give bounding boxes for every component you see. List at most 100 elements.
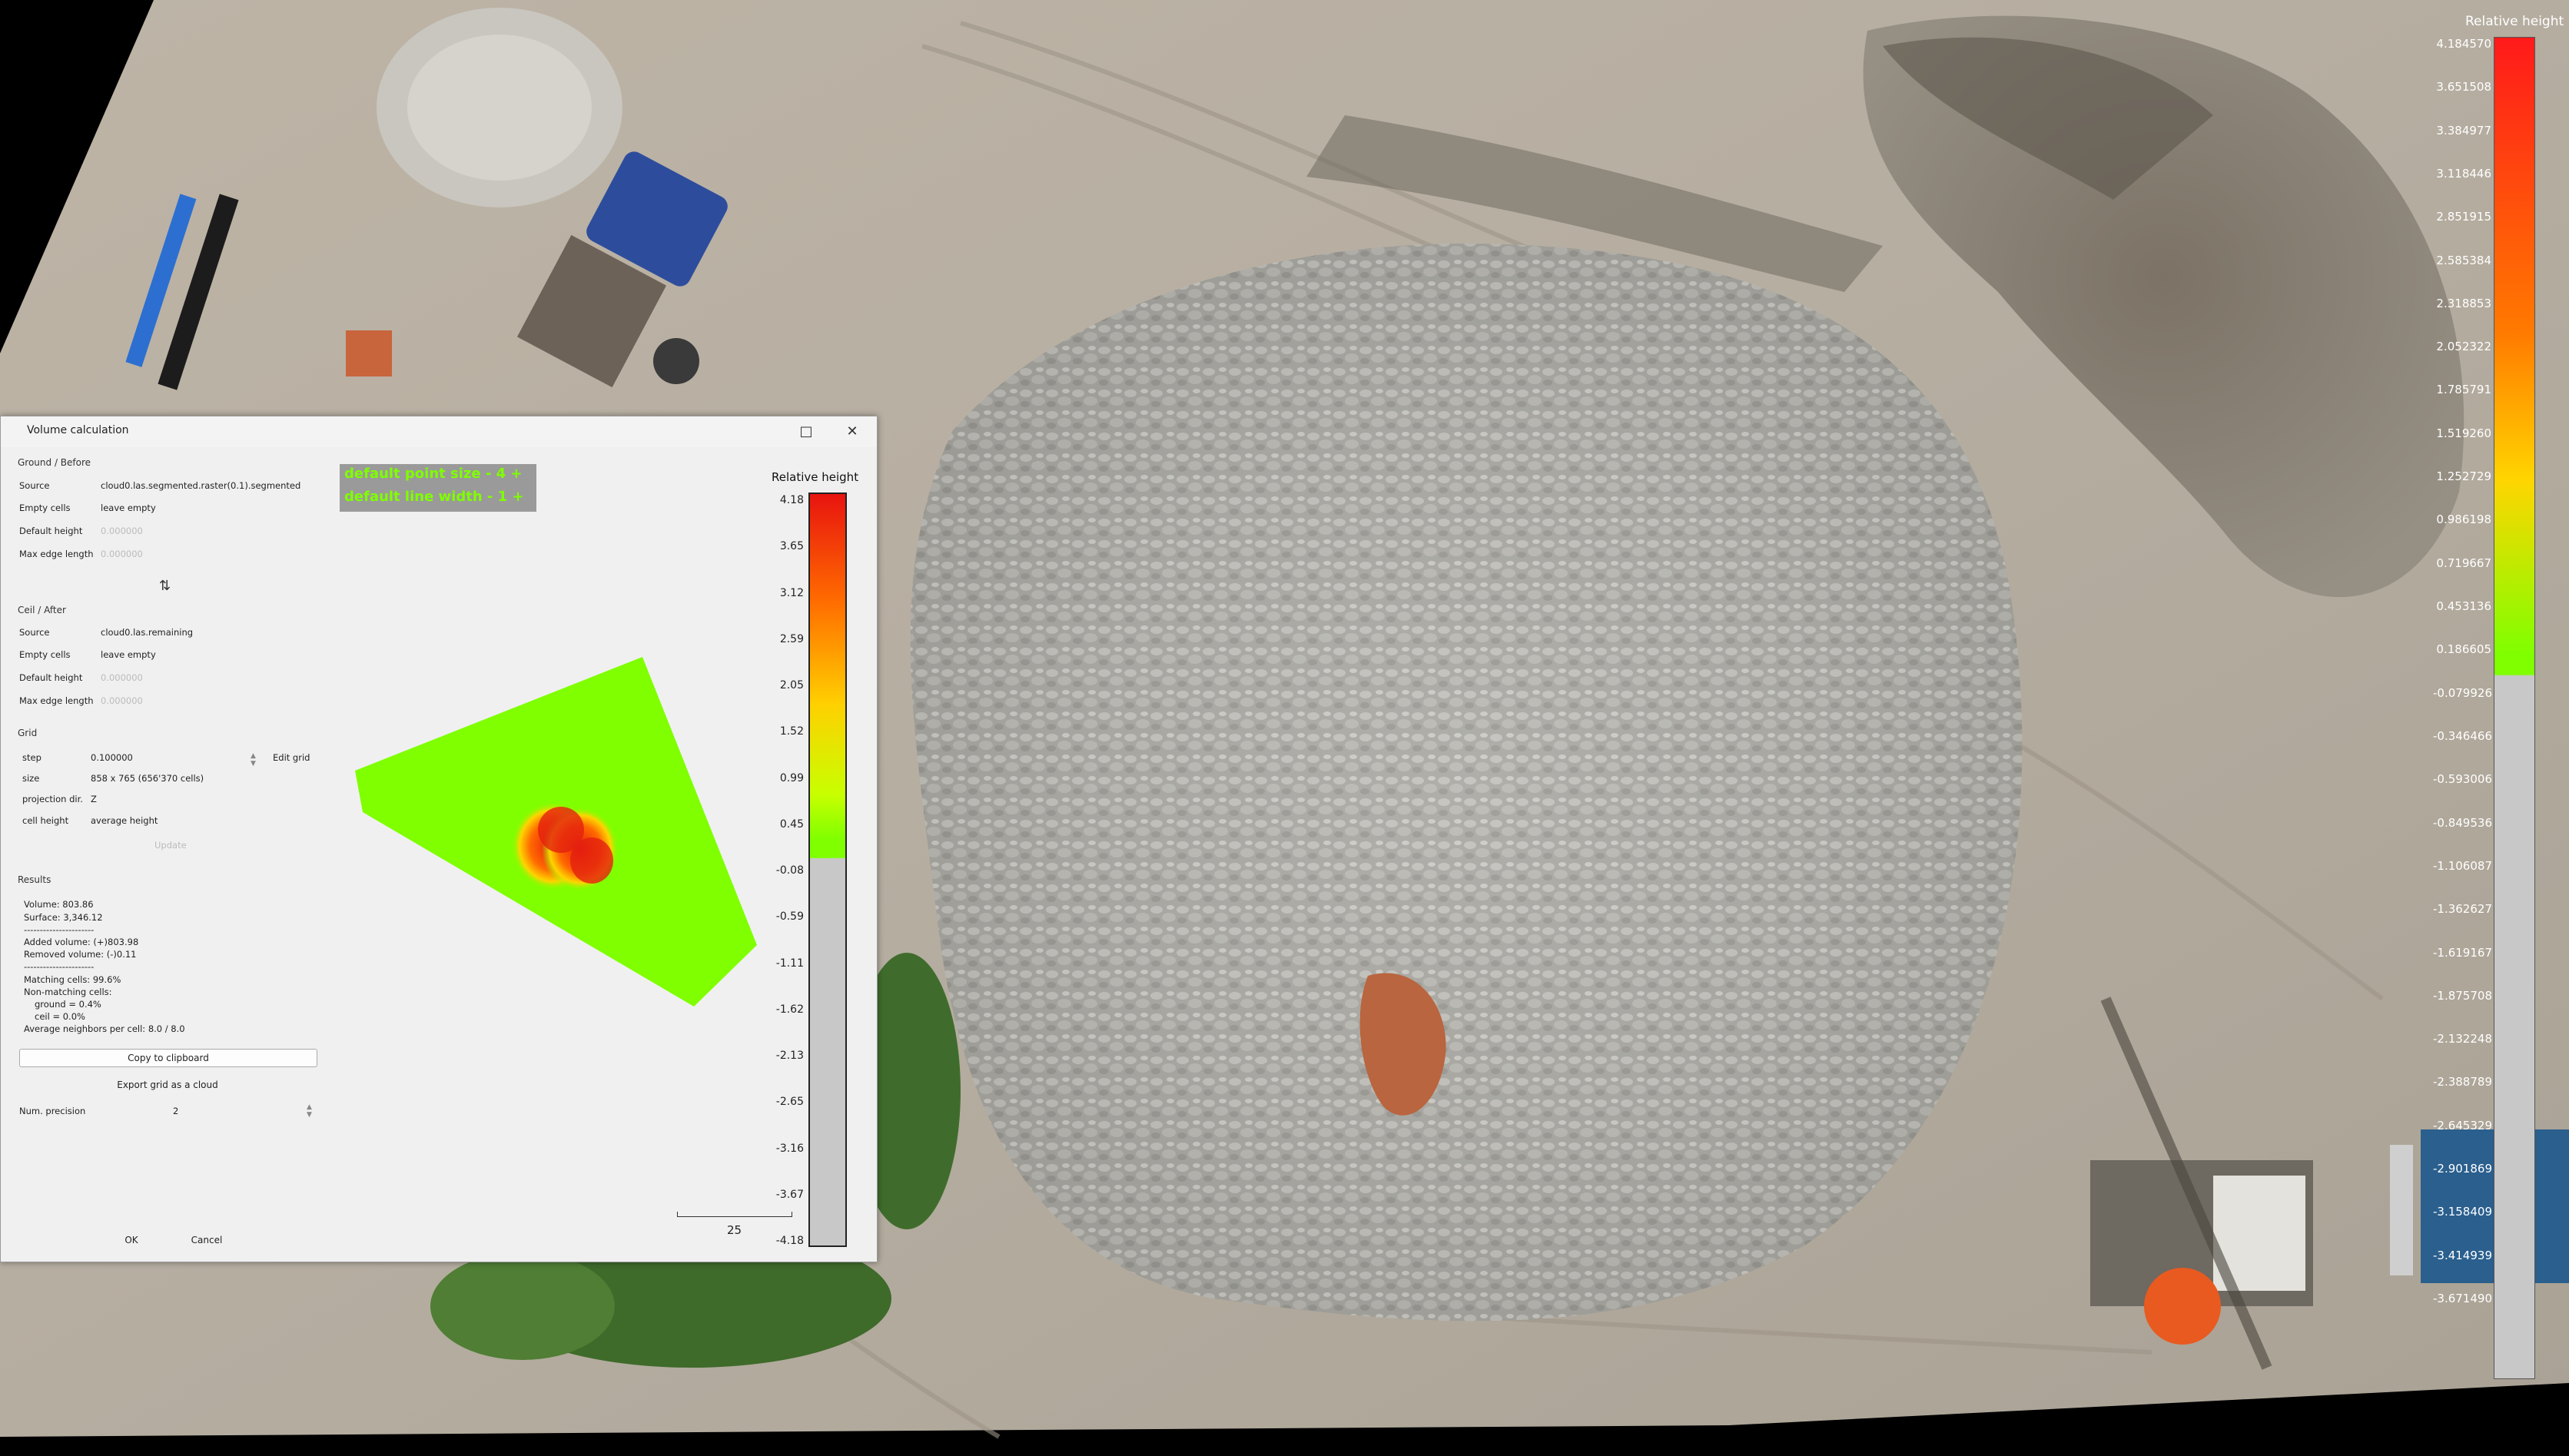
cancel-button[interactable]: Cancel — [184, 1235, 230, 1245]
cell-height-select[interactable]: average height — [91, 815, 158, 826]
ground-section-label: Ground / Before — [18, 457, 91, 468]
step-spin-arrows-icon[interactable]: ▲ ▼ — [251, 752, 256, 768]
result-ground-pct: ground = 0.4% — [35, 999, 101, 1010]
preview-scale-tick: -4.18 — [775, 1235, 804, 1247]
preview-scale-tick: 0.45 — [779, 818, 804, 831]
height-scale-tick: -1.619167 — [2433, 945, 2492, 960]
scale-bar-value: 25 — [727, 1223, 742, 1237]
height-scale-tick: 0.186605 — [2436, 642, 2491, 657]
ceil-height-field[interactable]: 0.000000 — [101, 672, 143, 683]
result-matching: Matching cells: 99.6% — [24, 974, 121, 985]
precision-spin-arrows-icon[interactable]: ▲ ▼ — [307, 1103, 312, 1119]
height-scale-tick: -0.346466 — [2433, 728, 2492, 743]
maximize-icon[interactable]: □ — [791, 421, 821, 443]
height-scale-tick: 0.719667 — [2436, 556, 2491, 570]
swap-icon[interactable]: ⇅ — [159, 578, 171, 594]
ok-button[interactable]: OK — [108, 1235, 154, 1245]
ground-empty-label: Empty cells — [19, 502, 71, 513]
preview-scale-title: Relative height — [772, 470, 859, 484]
update-button[interactable]: Update — [154, 840, 187, 851]
height-scale-tick: 3.118446 — [2436, 166, 2491, 181]
height-scale-tick: -2.388789 — [2433, 1075, 2492, 1090]
ceil-section-label: Ceil / After — [18, 605, 66, 615]
ceil-empty-label: Empty cells — [19, 649, 71, 660]
height-scale-tick: 2.851915 — [2436, 210, 2491, 224]
ground-source-select[interactable]: cloud0.las.segmented.raster(0.1).segment… — [101, 480, 300, 491]
ground-empty-select[interactable]: leave empty — [101, 502, 156, 513]
height-scale-tick: 1.519260 — [2436, 426, 2491, 440]
dialog-title: Volume calculation — [27, 424, 129, 436]
ground-source-label: Source — [19, 480, 50, 491]
preview-scale-tick: 2.59 — [779, 632, 804, 645]
height-scale-tick: -1.362627 — [2433, 902, 2492, 917]
height-scale-tick: -2.645329 — [2433, 1118, 2492, 1133]
ceil-edge-field[interactable]: 0.000000 — [101, 695, 143, 706]
result-volume: Volume: 803.86 — [24, 899, 94, 910]
height-scale-tick: -1.106087 — [2433, 858, 2492, 873]
height-scale-tick: 3.384977 — [2436, 123, 2491, 138]
result-added: Added volume: (+)803.98 — [24, 937, 139, 947]
ceil-edge-label: Max edge length — [19, 695, 94, 706]
height-scale-tick: 1.252729 — [2436, 469, 2491, 484]
projection-select[interactable]: Z — [91, 794, 97, 804]
preview-scale-tick: -2.65 — [775, 1096, 804, 1109]
height-scale-tick: -0.079926 — [2433, 685, 2492, 700]
ground-edge-field[interactable]: 0.000000 — [101, 549, 143, 559]
ceil-height-label: Default height — [19, 672, 83, 683]
cell-height-label: cell height — [22, 815, 69, 826]
height-scale-tick: -3.671490 — [2433, 1292, 2492, 1305]
preview-scale-tick: 1.52 — [779, 725, 804, 738]
height-scale-tick: -3.414939 — [2433, 1248, 2492, 1262]
height-scale-tick: 2.318853 — [2436, 296, 2491, 310]
preview-scale-tick: -0.59 — [775, 910, 804, 924]
scale-bar-end — [677, 1212, 678, 1217]
precision-label: Num. precision — [19, 1106, 86, 1116]
close-icon[interactable]: ✕ — [837, 421, 868, 443]
preview-scale-tick: -1.62 — [775, 1003, 804, 1016]
grid-size-label: size — [22, 773, 40, 784]
ceil-source-select[interactable]: cloud0.las.remaining — [101, 627, 193, 638]
preview-scale-tick: -3.67 — [775, 1188, 804, 1201]
height-scale-tick: 0.986198 — [2436, 512, 2491, 527]
volume-preview-canvas[interactable] — [338, 430, 768, 1030]
height-scale-tick: 2.052322 — [2436, 340, 2491, 354]
preview-scale-tick: 2.05 — [779, 679, 804, 692]
height-scale-tick: 2.585384 — [2436, 253, 2491, 267]
result-neighbors: Average neighbors per cell: 8.0 / 8.0 — [24, 1023, 185, 1034]
height-scale-tick: -0.593006 — [2433, 772, 2492, 787]
scale-bar-line — [677, 1216, 792, 1217]
grid-step-spinbox[interactable]: 0.100000 — [91, 752, 133, 763]
height-scale-title: Relative height — [2465, 14, 2564, 29]
height-scale-tick: -1.875708 — [2433, 988, 2492, 1003]
preview-scale-tick: 3.65 — [779, 540, 804, 553]
height-color-scale-bar — [2494, 37, 2535, 1379]
height-scale-tick: 4.184570 — [2436, 37, 2491, 51]
results-section-label: Results — [18, 874, 51, 885]
ceil-source-label: Source — [19, 627, 50, 638]
ground-edge-label: Max edge length — [19, 549, 94, 559]
export-grid-button[interactable]: Export grid as a cloud — [19, 1080, 316, 1090]
preview-scale-tick: -0.08 — [775, 864, 804, 877]
height-scale-tick: -0.849536 — [2433, 815, 2492, 830]
grid-size-value: 858 x 765 (656'370 cells) — [91, 773, 204, 784]
height-scale-tick: 3.651508 — [2436, 80, 2491, 95]
edit-grid-button[interactable]: Edit grid — [273, 752, 310, 763]
result-separator: ---------------------- — [24, 961, 95, 972]
height-scale-tick: -2.132248 — [2433, 1032, 2492, 1046]
preview-scale-tick: 4.18 — [779, 494, 804, 506]
preview-scale-tick: -2.13 — [775, 1050, 804, 1062]
height-scale-tick: -2.901869 — [2433, 1162, 2492, 1176]
height-scale-tick: 1.785791 — [2436, 383, 2491, 397]
preview-color-scale-bar — [808, 493, 847, 1247]
ground-height-field[interactable]: 0.000000 — [101, 526, 143, 536]
preview-scale-tick: 3.12 — [779, 586, 804, 599]
result-surface: Surface: 3,346.12 — [24, 912, 103, 923]
grid-step-label: step — [22, 752, 41, 763]
preview-scale-tick: -1.11 — [775, 957, 804, 970]
ceil-empty-select[interactable]: leave empty — [101, 649, 156, 660]
result-ceil-pct: ceil = 0.0% — [35, 1011, 85, 1022]
result-separator: ---------------------- — [24, 924, 95, 935]
copy-to-clipboard-button[interactable]: Copy to clipboard — [19, 1049, 317, 1067]
heat-blob — [570, 837, 613, 884]
precision-spinbox[interactable]: 2 — [173, 1106, 178, 1116]
